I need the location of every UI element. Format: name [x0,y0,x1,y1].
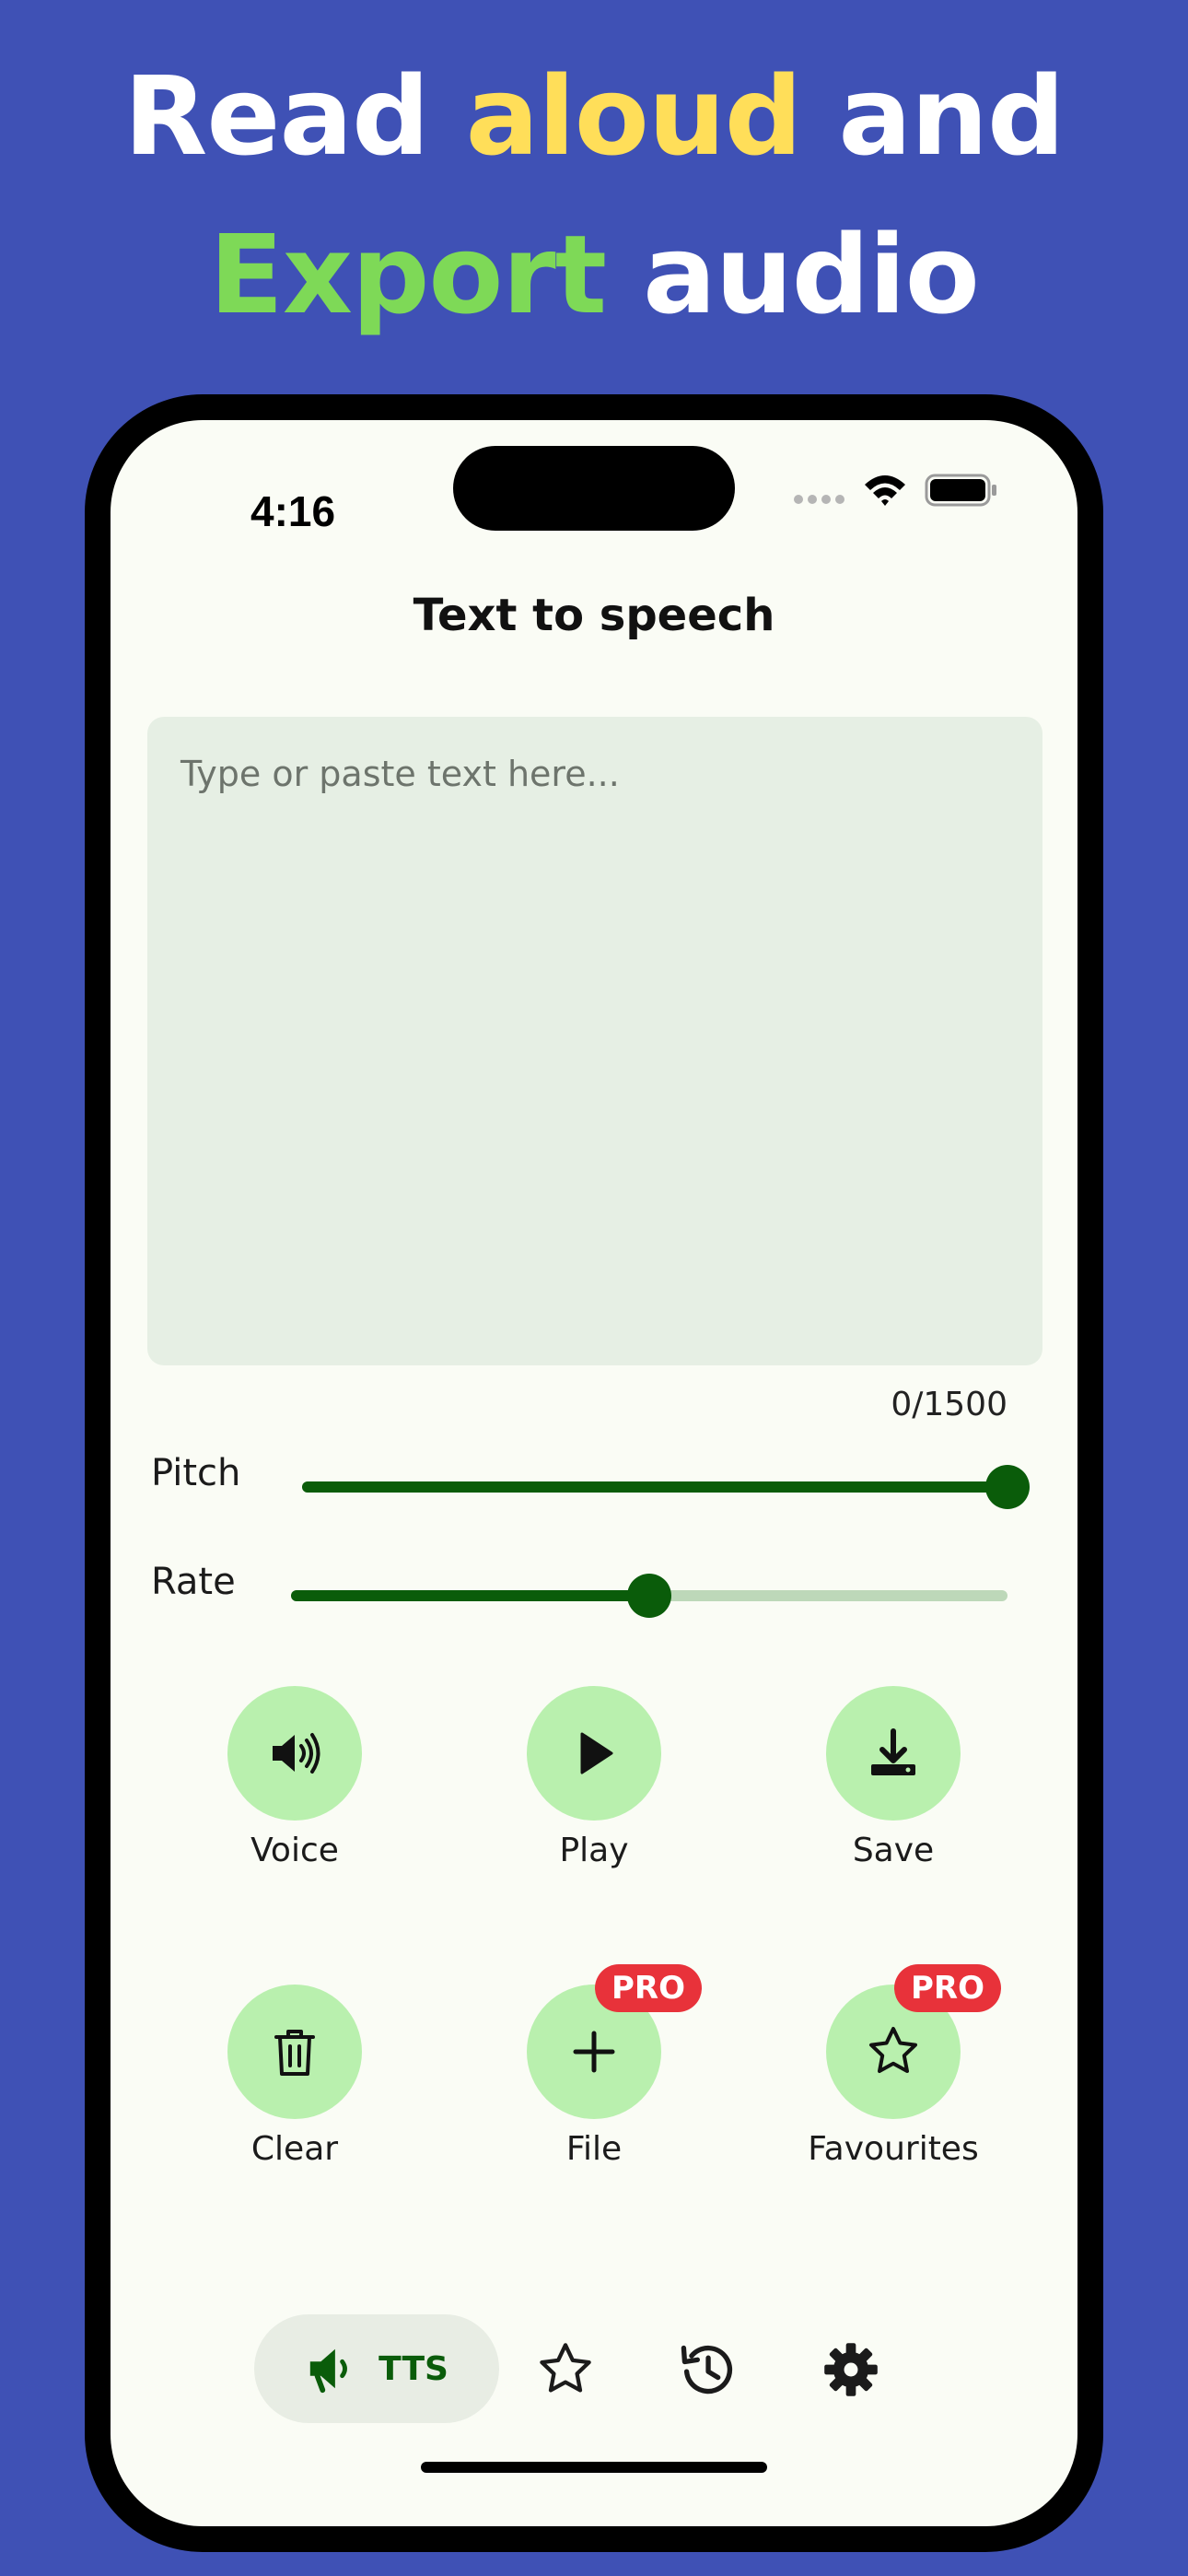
speaker-icon [273,1733,320,1774]
save-circle[interactable] [826,1686,961,1821]
file-label: File [565,2130,623,2168]
page-title: Text to speech [413,590,775,641]
megaphone-icon [309,2348,347,2394]
nav-tts-label: TTS [379,2349,448,2388]
save-label: Save [852,1832,935,1869]
trash-icon [274,2030,315,2076]
phone-frame: 4:16 Text to speech 0/1500 Pitch [85,394,1103,2552]
voice-button[interactable]: Voice [175,1686,414,1869]
plus-icon [573,2031,615,2073]
pro-badge: PRO [894,1964,1002,2012]
file-button[interactable]: PRO File [474,1964,714,2168]
status-time: 4:16 [250,487,336,535]
wifi-icon [865,475,905,506]
play-button[interactable]: Play [474,1686,714,1869]
play-icon [580,1732,613,1774]
rate-slider[interactable] [291,1574,1007,1618]
download-icon [871,1728,915,1775]
pitch-slider-fill [302,1481,1007,1493]
save-button[interactable]: Save [774,1686,1013,1869]
file-circle[interactable]: PRO [527,1964,703,2119]
headline-word: Export [209,211,607,338]
gear-icon[interactable] [821,2340,880,2399]
headline-word: audio [606,211,980,338]
pitch-slider[interactable] [302,1465,1030,1509]
rate-label: Rate [151,1561,236,1603]
pitch-slider-thumb[interactable] [985,1465,1030,1509]
rate-slider-fill [291,1590,649,1601]
pro-badge: PRO [595,1964,703,2012]
headline-word: aloud [465,53,803,180]
dynamic-island [453,446,735,531]
voice-label: Voice [250,1832,339,1869]
favourites-label: Favourites [808,2130,979,2168]
star-icon [869,2027,917,2073]
clear-button[interactable]: Clear [175,1985,414,2168]
nav-favourites-star-icon[interactable] [536,2340,595,2399]
nav-tts-tab[interactable]: TTS [254,2314,499,2423]
pitch-label: Pitch [151,1452,241,1494]
headline-word: and [801,53,1065,180]
home-indicator [421,2462,767,2473]
headline-line-1: Read aloud and [0,37,1188,195]
phone-screen: 4:16 Text to speech 0/1500 Pitch [111,420,1077,2526]
play-label: Play [559,1832,629,1869]
voice-circle[interactable] [227,1686,362,1821]
clear-circle[interactable] [227,1985,362,2119]
headline-word: Read [123,53,466,180]
battery-icon [925,474,996,507]
favourites-circle[interactable]: PRO [826,1964,1002,2119]
character-counter: 0/1500 [891,1386,1007,1423]
history-icon[interactable] [678,2340,737,2399]
clear-label: Clear [250,2130,339,2168]
headline-line-2: Export audio [0,195,1188,354]
promo-headline: Read aloud and Export audio [0,37,1188,354]
play-circle[interactable] [527,1686,661,1821]
signal-icon [794,495,844,504]
text-input[interactable] [147,717,1042,1365]
rate-slider-thumb[interactable] [627,1574,671,1618]
favourites-button[interactable]: PRO Favourites [774,1964,1013,2168]
